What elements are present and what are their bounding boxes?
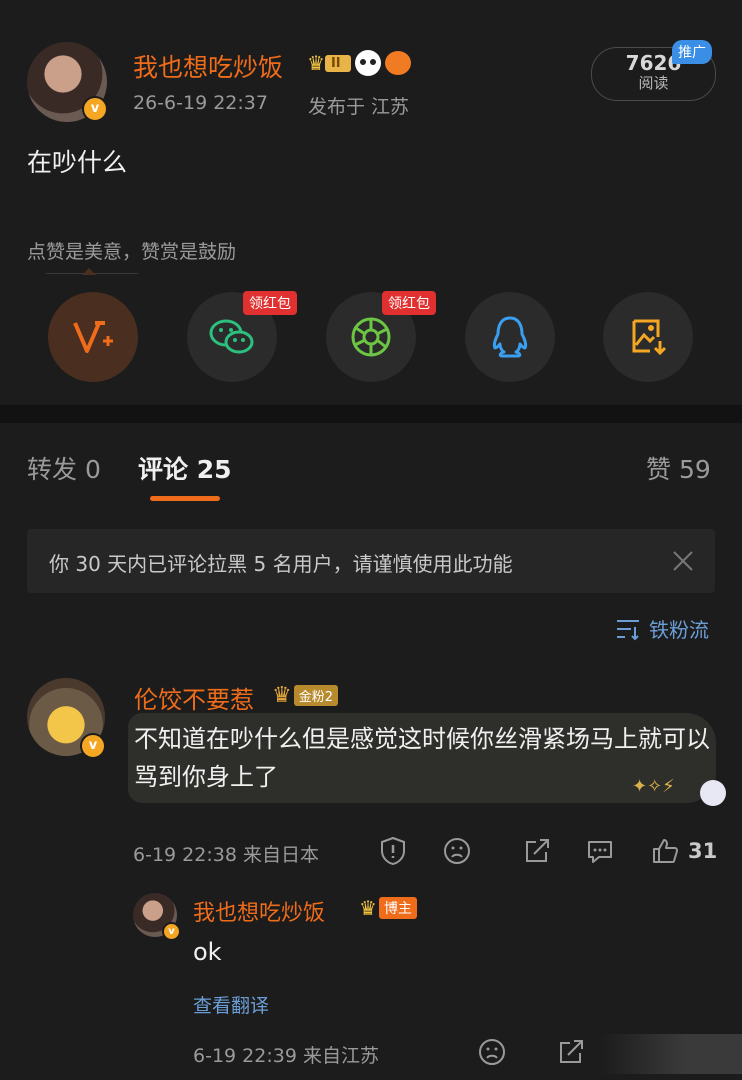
panda-icon[interactable] <box>354 50 381 76</box>
v-plus-icon <box>73 321 113 353</box>
qq-icon <box>492 316 528 358</box>
fish-icon[interactable] <box>384 51 411 75</box>
verified-badge-icon: v <box>82 96 108 122</box>
crown-icon: ♛ <box>272 683 292 708</box>
notice-text: 你 30 天内已评论拉黑 5 名用户，请谨慎使用此功能 <box>49 552 513 576</box>
tab-likes[interactable]: 赞 59 <box>646 450 711 486</box>
wechat-icon <box>209 319 254 354</box>
read-label: 阅读 <box>638 74 669 92</box>
share-icon[interactable] <box>556 1037 586 1071</box>
reward-prompt: 点赞是美意，赞赏是鼓励 <box>27 241 237 263</box>
save-image-button[interactable] <box>603 292 693 382</box>
tab-repost[interactable]: 转发 0 <box>27 450 101 486</box>
comment-text: 不知道在吵什么但是感觉这时候你丝滑紧场马上就可以骂到你身上了 <box>134 725 710 791</box>
red-packet-tag[interactable]: 领红包 <box>382 291 436 315</box>
verified-badge-icon: v <box>162 922 181 941</box>
reply-icon[interactable] <box>585 836 615 870</box>
pointer-arrow <box>82 268 96 275</box>
author-name[interactable]: 我也想吃炒饭 <box>133 48 283 84</box>
reply-meta: 6-19 22:39 来自江苏 <box>193 1045 379 1067</box>
sort-label: 铁粉流 <box>649 618 709 642</box>
section-separator <box>0 405 742 423</box>
share-qq-button[interactable] <box>465 292 555 382</box>
save-image-icon <box>632 319 667 356</box>
share-icon[interactable] <box>522 836 552 870</box>
translate-link[interactable]: 查看翻译 <box>193 991 269 1018</box>
reply-author-name[interactable]: 我也想吃炒饭 <box>193 895 325 927</box>
post-location: 发布于 江苏 <box>308 96 410 118</box>
moments-icon <box>351 317 391 357</box>
report-icon[interactable] <box>378 836 408 870</box>
mascot-icon <box>700 780 726 806</box>
thumbs-up-icon <box>653 839 678 863</box>
blogger-badge: 博主 <box>378 897 417 919</box>
fan-badge[interactable]: ♛ 金粉2 <box>272 683 339 708</box>
post-card: v 我也想吃炒饭 ♛ II 26-6-19 22:37 发布于 江苏 7626 … <box>0 0 742 405</box>
block-notice-banner: 你 30 天内已评论拉黑 5 名用户，请谨慎使用此功能 <box>27 529 715 593</box>
reward-button[interactable] <box>48 292 138 382</box>
crown-level-icon[interactable]: ♛ II <box>307 51 351 75</box>
sort-icon <box>617 619 639 640</box>
fan-badge-label: 金粉2 <box>293 685 339 706</box>
red-packet-tag[interactable]: 领红包 <box>243 291 297 315</box>
post-timestamp: 26-6-19 22:37 <box>133 92 268 114</box>
sort-button[interactable]: 铁粉流 <box>615 614 709 643</box>
crown-level-icon: ♛ <box>359 896 377 920</box>
promo-badge[interactable]: 推广 <box>672 40 712 64</box>
reply-text: ok <box>193 938 222 966</box>
like-button[interactable]: 31 <box>650 836 717 866</box>
close-icon[interactable] <box>669 547 697 575</box>
author-badge: ♛ 博主 <box>359 896 417 920</box>
blurred-watermark <box>600 1034 742 1074</box>
verified-badge-icon: v <box>80 733 106 759</box>
dislike-face-icon[interactable] <box>442 836 472 870</box>
dislike-face-icon[interactable] <box>477 1037 507 1071</box>
active-tab-indicator <box>150 496 220 501</box>
post-content: 在吵什么 <box>27 148 128 177</box>
sparkle-decoration-icon: ✦✧⚡ <box>632 776 675 797</box>
comment-meta: 6-19 22:38 来自日本 <box>133 844 319 866</box>
like-count: 31 <box>688 839 718 863</box>
commenter-name[interactable]: 伦饺不要惹 <box>134 680 254 715</box>
author-badges: ♛ II <box>307 50 411 76</box>
tab-comments[interactable]: 评论 25 <box>138 450 232 486</box>
